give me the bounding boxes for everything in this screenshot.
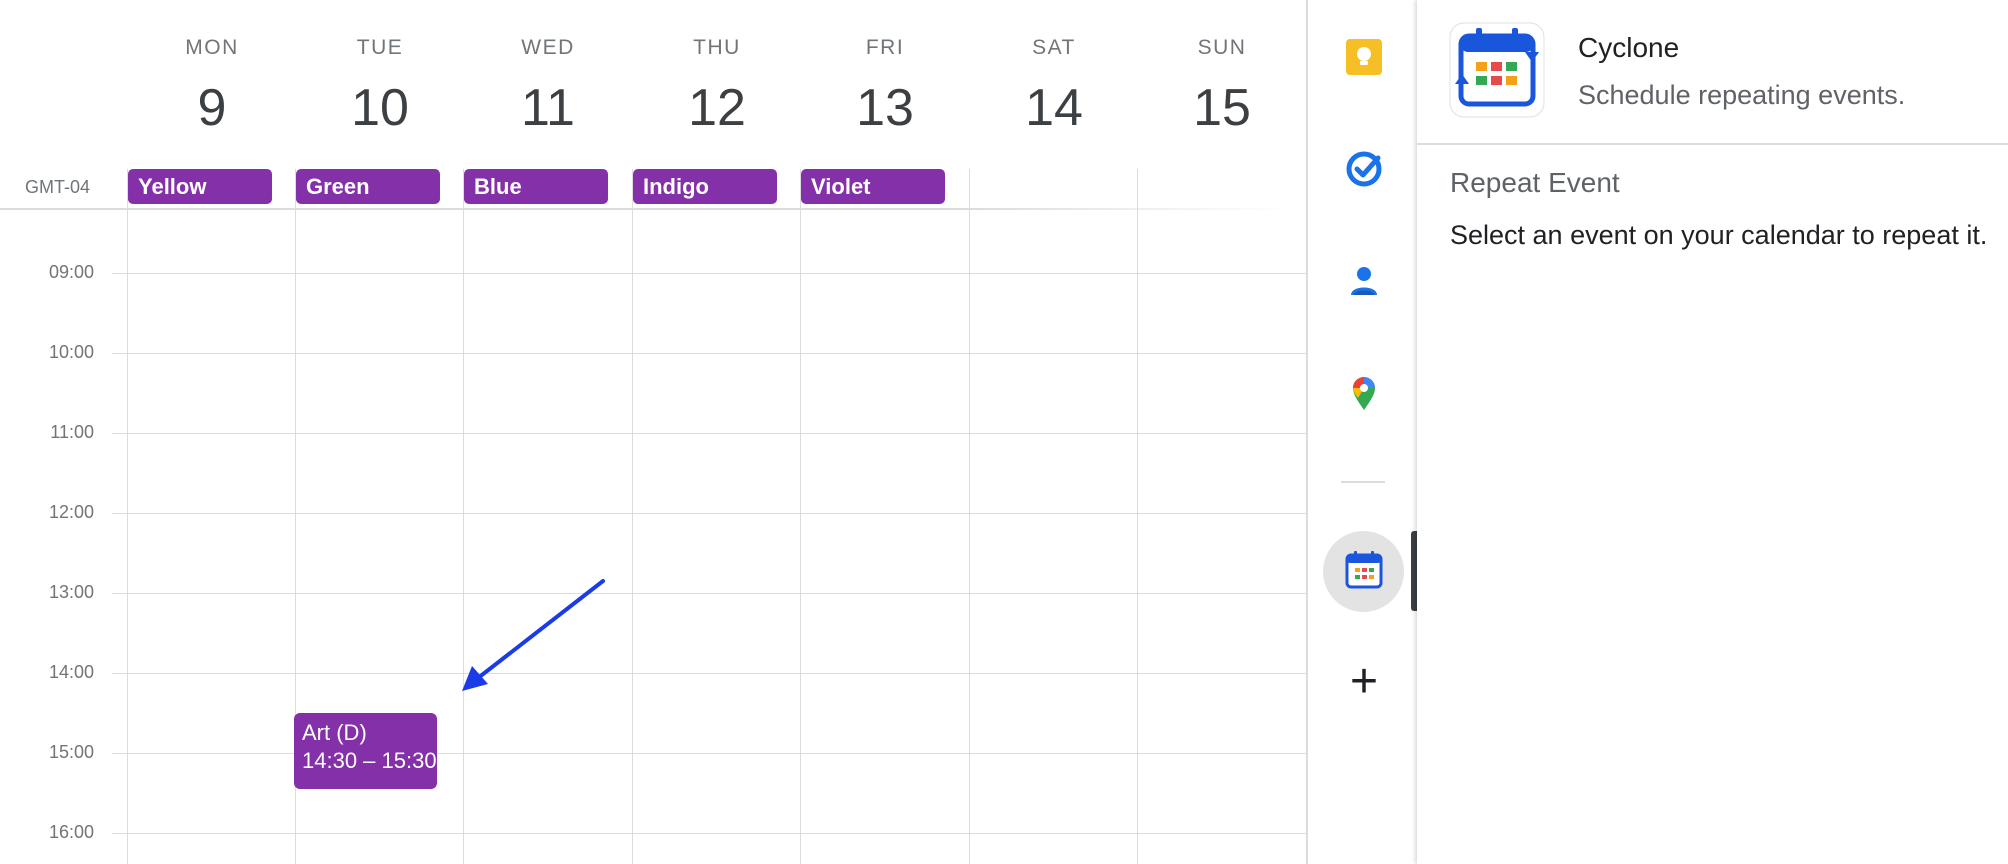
section-title: Repeat Event bbox=[1450, 167, 1620, 198]
day-date[interactable]: 15 bbox=[1138, 78, 1306, 138]
all-day-event[interactable]: Indigo bbox=[633, 169, 777, 204]
timezone-label: GMT-04 bbox=[25, 177, 91, 197]
hour-line bbox=[112, 833, 1307, 834]
hour-label: 12:00 bbox=[48, 502, 94, 522]
hour-line bbox=[112, 433, 1307, 434]
hour-line bbox=[112, 513, 1307, 514]
tasks-icon[interactable] bbox=[1334, 139, 1394, 199]
day-date[interactable]: 14 bbox=[970, 78, 1138, 138]
all-day-event[interactable]: Violet bbox=[801, 169, 945, 204]
day-date[interactable]: 13 bbox=[801, 78, 969, 138]
calendar-event-art[interactable]: Art (D) 14:30 – 15:30 bbox=[294, 713, 437, 789]
annotation-arrow bbox=[462, 579, 605, 691]
day-name: WED bbox=[521, 36, 575, 59]
hour-line bbox=[112, 593, 1307, 594]
add-app-button[interactable]: + bbox=[1344, 652, 1384, 712]
all-day-divider bbox=[0, 208, 1295, 210]
all-day-event[interactable]: Green bbox=[296, 169, 440, 204]
all-day-event[interactable]: Yellow bbox=[128, 169, 272, 204]
cyclone-logo-icon bbox=[1449, 22, 1545, 118]
day-name: SAT bbox=[1032, 36, 1076, 59]
hour-label: 10:00 bbox=[48, 342, 94, 362]
all-day-event[interactable]: Blue bbox=[464, 169, 608, 204]
keep-icon[interactable] bbox=[1334, 27, 1394, 87]
hour-line bbox=[112, 673, 1307, 674]
day-date[interactable]: 10 bbox=[296, 78, 464, 138]
hour-label: 14:00 bbox=[48, 662, 94, 682]
hour-label: 11:00 bbox=[50, 422, 94, 442]
hour-line bbox=[112, 353, 1307, 354]
day-date[interactable]: 9 bbox=[128, 78, 296, 138]
cyclone-app-icon[interactable] bbox=[1334, 541, 1394, 601]
day-name: MON bbox=[185, 36, 239, 59]
app-name: Cyclone bbox=[1578, 32, 1680, 63]
hour-line bbox=[112, 753, 1307, 754]
panel-divider bbox=[1417, 143, 2008, 145]
rail-border bbox=[1307, 0, 1308, 864]
event-time: 14:30 – 15:30 bbox=[302, 748, 437, 773]
section-instructions: Select an event on your calendar to repe… bbox=[1450, 220, 1988, 250]
rail-divider bbox=[1341, 481, 1385, 483]
day-date[interactable]: 11 bbox=[464, 78, 632, 138]
app-tagline: Schedule repeating events. bbox=[1578, 80, 1906, 110]
maps-icon[interactable] bbox=[1334, 363, 1394, 423]
hour-label: 13:00 bbox=[48, 582, 94, 602]
day-name: TUE bbox=[356, 36, 404, 59]
addon-side-panel bbox=[1417, 0, 2008, 864]
day-date[interactable]: 12 bbox=[633, 78, 801, 138]
side-app-rail bbox=[1307, 0, 1417, 864]
day-name: SUN bbox=[1197, 36, 1247, 59]
day-name: THU bbox=[693, 36, 741, 59]
hour-label: 15:00 bbox=[48, 742, 94, 762]
contacts-icon[interactable] bbox=[1334, 251, 1394, 311]
hour-line bbox=[112, 273, 1307, 274]
hour-label: 16:00 bbox=[48, 822, 94, 842]
hour-label: 09:00 bbox=[48, 262, 94, 282]
event-title: Art (D) bbox=[302, 720, 367, 745]
calendar-week-view: MON 9 TUE 10 WED 11 THU 12 FRI 13 SAT 14… bbox=[0, 0, 1307, 864]
day-name: FRI bbox=[865, 36, 905, 59]
